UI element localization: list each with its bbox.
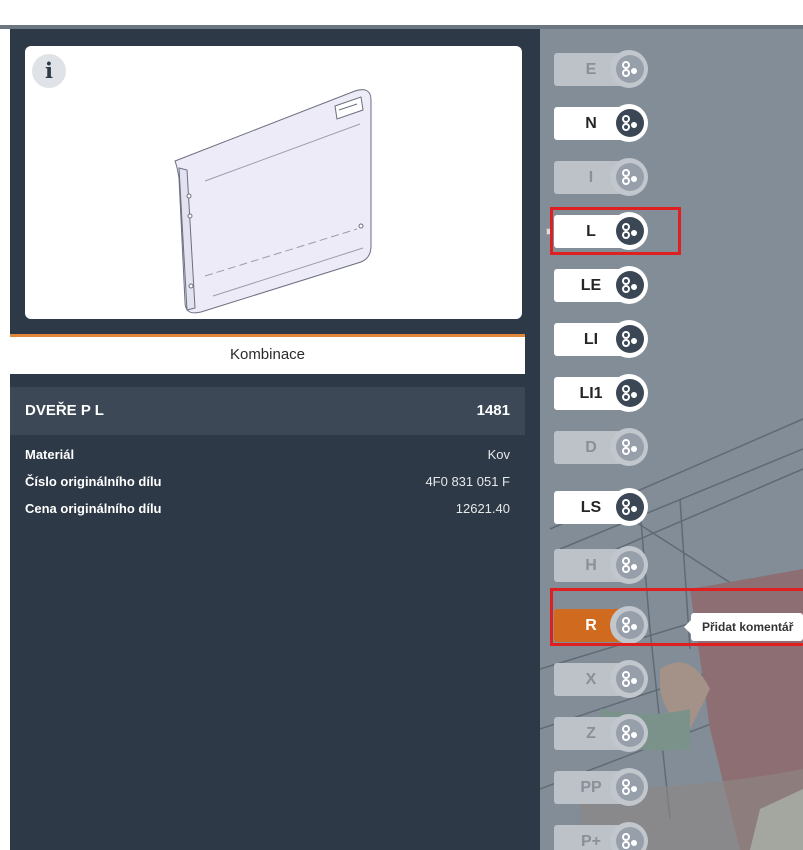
part-header: DVEŘE P L 1481 — [10, 387, 525, 435]
add-comment-tooltip: Přidat komentář — [684, 613, 803, 641]
top-bar — [0, 0, 803, 29]
part-name: DVEŘE P L — [25, 402, 104, 419]
door-part-image — [174, 89, 372, 314]
detail-label: Materiál — [25, 447, 75, 462]
operation-row-li1: LI1 — [554, 374, 674, 412]
connection-button[interactable] — [610, 546, 648, 584]
link-icon — [616, 827, 644, 850]
connection-button[interactable] — [610, 714, 648, 752]
connection-button[interactable] — [610, 104, 648, 142]
part-code: 1481 — [476, 402, 510, 419]
link-icon — [616, 551, 644, 579]
detail-value: 12621.40 — [455, 501, 510, 516]
operation-row-le: LE — [554, 266, 674, 304]
operation-row-pp: PP — [554, 768, 674, 806]
part-detail-panel: i Kombinace DVEŘE P L 1481 Materiál Kov — [10, 29, 540, 850]
connection-button[interactable] — [610, 660, 648, 698]
operation-row-d: D — [554, 428, 674, 466]
link-icon — [616, 773, 644, 801]
connection-button[interactable] — [610, 428, 648, 466]
operation-row-i: I — [554, 158, 674, 196]
connection-button[interactable] — [610, 50, 648, 88]
link-icon — [616, 163, 644, 191]
link-icon — [616, 325, 644, 353]
link-icon — [616, 109, 644, 137]
operation-row-e: E — [554, 50, 674, 88]
link-icon — [616, 433, 644, 461]
part-image-card: i — [25, 46, 522, 319]
link-icon — [616, 719, 644, 747]
detail-label: Číslo originálního dílu — [25, 474, 162, 489]
connection-button[interactable] — [610, 488, 648, 526]
connection-button[interactable] — [610, 374, 648, 412]
operation-row-ls: LS — [554, 488, 674, 526]
detail-row-price: Cena originálního dílu 12621.40 — [10, 496, 525, 522]
link-icon — [616, 379, 644, 407]
link-icon — [616, 55, 644, 83]
connection-button[interactable] — [610, 822, 648, 850]
highlight-box-l — [550, 207, 681, 255]
operation-row-x: X — [554, 660, 674, 698]
operations-panel: E N I L LE LI LI1 D LS H R X Z PP P+ Při… — [540, 29, 803, 850]
detail-value: 4F0 831 051 F — [425, 474, 510, 489]
tab-combination[interactable]: Kombinace — [10, 334, 525, 374]
detail-value: Kov — [487, 447, 510, 462]
operation-row-h: H — [554, 546, 674, 584]
detail-row-part-number: Číslo originálního dílu 4F0 831 051 F — [10, 469, 525, 495]
detail-label: Cena originálního dílu — [25, 501, 162, 516]
link-icon — [616, 493, 644, 521]
operation-row-li: LI — [554, 320, 674, 358]
connection-button[interactable] — [610, 158, 648, 196]
operation-row-z: Z — [554, 714, 674, 752]
connection-button[interactable] — [610, 266, 648, 304]
connection-button[interactable] — [610, 320, 648, 358]
operation-row-n: N — [554, 104, 674, 142]
info-icon[interactable]: i — [32, 54, 66, 88]
link-icon — [616, 665, 644, 693]
operation-row-p-plus: P+ — [554, 822, 674, 850]
detail-row-material: Materiál Kov — [10, 442, 525, 468]
connection-button[interactable] — [610, 768, 648, 806]
link-icon — [616, 271, 644, 299]
